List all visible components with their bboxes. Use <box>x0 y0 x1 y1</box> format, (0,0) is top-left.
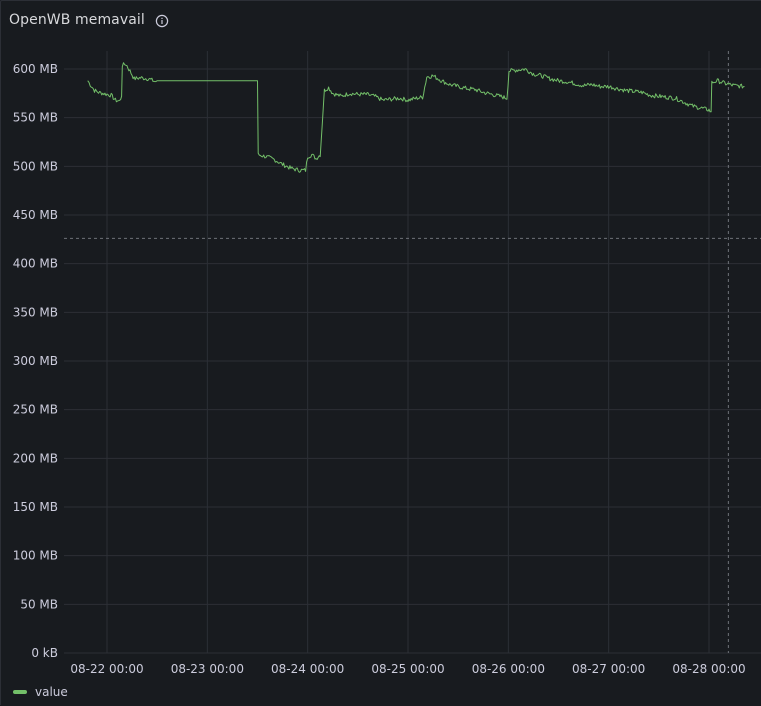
y-tick-label: 500 MB <box>13 159 58 173</box>
chart-plot-area[interactable]: 0 kB 50 MB 100 MB 150 MB 200 MB 250 MB 300 MB 3… <box>1 1 761 706</box>
y-tick-label: 250 MB <box>13 403 58 417</box>
y-tick-label: 0 kB <box>31 646 58 660</box>
legend[interactable]: value <box>13 685 68 699</box>
x-tick-label: 08-22 00:00 <box>70 662 143 676</box>
x-tick-label: 08-23 00:00 <box>171 662 244 676</box>
y-tick-label: 550 MB <box>13 111 58 125</box>
y-tick-label: 350 MB <box>13 305 58 319</box>
y-tick-label: 100 MB <box>13 549 58 563</box>
y-tick-label: 450 MB <box>13 208 58 222</box>
y-tick-label: 600 MB <box>13 62 58 76</box>
y-axis: 0 kB 50 MB 100 MB 150 MB 200 MB 250 MB 300 MB 3… <box>13 62 58 660</box>
y-tick-label: 200 MB <box>13 451 58 465</box>
threshold-layer <box>64 51 761 653</box>
x-tick-label: 08-24 00:00 <box>271 662 344 676</box>
y-tick-label: 50 MB <box>20 597 58 611</box>
x-tick-label: 08-25 00:00 <box>371 662 444 676</box>
grid-layer <box>64 51 761 654</box>
legend-swatch <box>13 690 27 694</box>
y-tick-label: 400 MB <box>13 257 58 271</box>
y-tick-label: 300 MB <box>13 354 58 368</box>
x-axis: 08-22 00:00 08-23 00:00 08-24 00:00 08-25 0… <box>70 662 745 676</box>
legend-label[interactable]: value <box>35 685 68 699</box>
chart-panel: OpenWB memavail 0 kB 50 MB 100 MB 150 MB 200… <box>0 0 761 705</box>
y-tick-label: 150 MB <box>13 500 58 514</box>
x-tick-label: 08-27 00:00 <box>572 662 645 676</box>
x-tick-label: 08-28 00:00 <box>672 662 745 676</box>
x-tick-label: 08-26 00:00 <box>472 662 545 676</box>
